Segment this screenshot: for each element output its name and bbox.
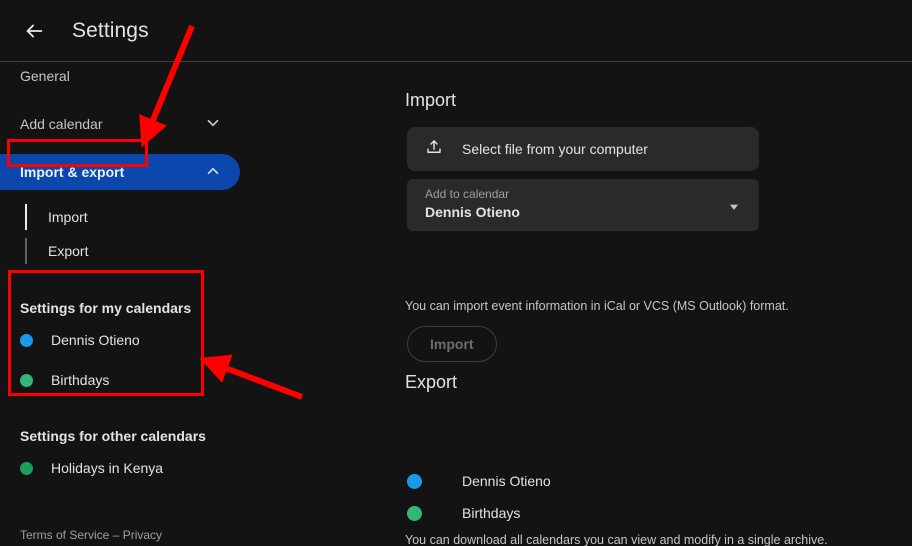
annotation-arrow-1 [148, 26, 192, 132]
annotation-arrow-2 [215, 364, 302, 397]
annotation-arrows [0, 0, 912, 546]
settings-page: Settings General Add calendar Import & e… [0, 0, 912, 546]
